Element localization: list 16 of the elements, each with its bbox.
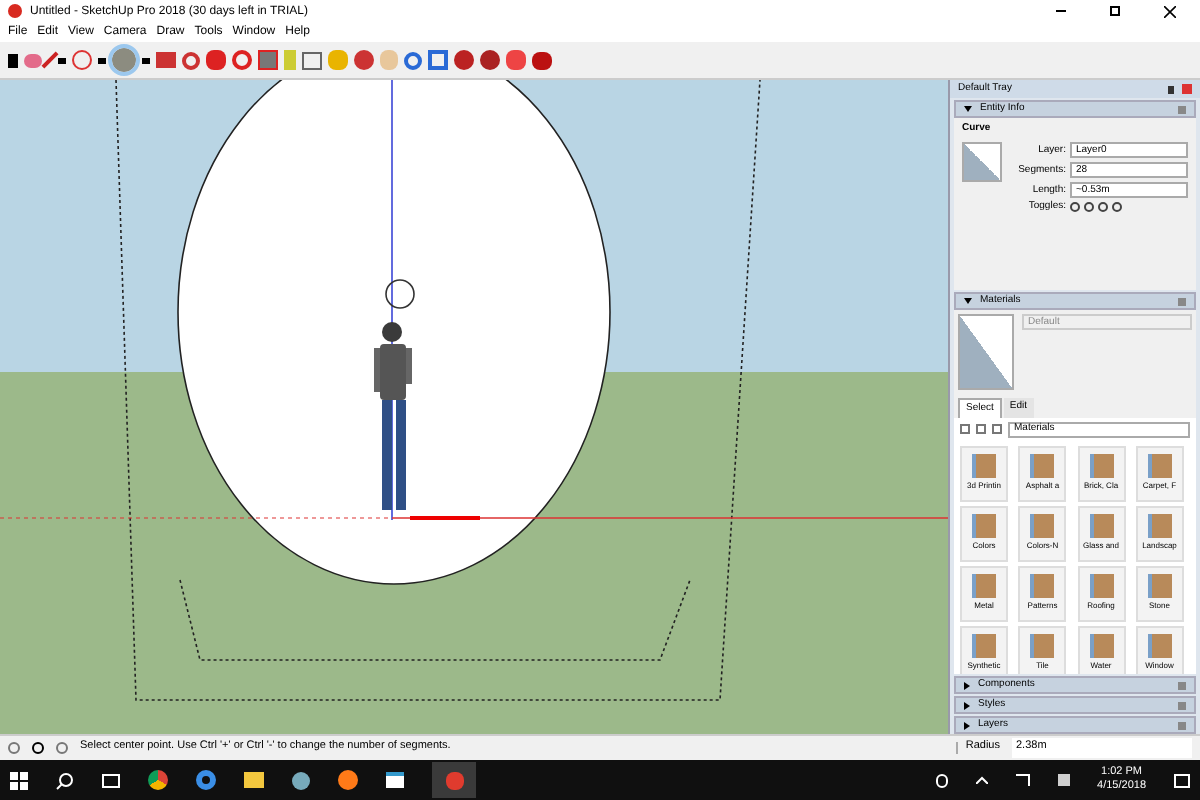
expand-arrow-icon[interactable]	[964, 298, 972, 304]
thumbnail-swatch	[962, 142, 1002, 182]
arc-icon[interactable]	[72, 50, 92, 70]
windows-logo-icon[interactable]	[10, 771, 28, 789]
search-icon[interactable]	[56, 771, 74, 789]
cursor-icon	[385, 279, 415, 309]
expand-arrow-icon[interactable]	[964, 701, 970, 709]
close-icon[interactable]	[1164, 5, 1176, 17]
expand-arrow-icon[interactable]	[964, 681, 970, 689]
material-swatch	[958, 314, 1014, 390]
chevron-up-icon[interactable]	[975, 776, 988, 784]
expand-arrow-icon[interactable]	[964, 106, 972, 112]
pencil-icon[interactable]	[41, 51, 59, 69]
restore-icon[interactable]	[1110, 6, 1120, 16]
app-logo-icon	[8, 4, 22, 18]
sketchup-taskbar-icon[interactable]	[432, 762, 476, 798]
